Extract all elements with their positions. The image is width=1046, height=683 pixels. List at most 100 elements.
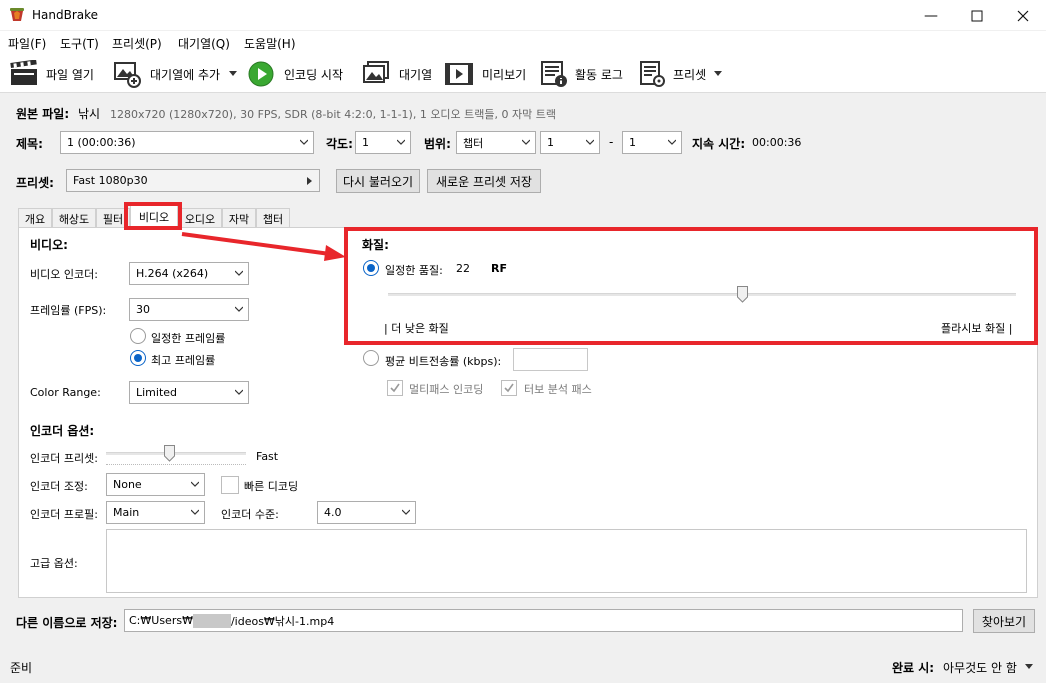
encoder-level-select[interactable]: 4.0 <box>317 501 416 524</box>
chevron-right-icon <box>307 177 312 185</box>
tab-summary[interactable]: 개요 <box>18 208 52 228</box>
title-select[interactable]: 1 (00:00:36) <box>60 131 314 154</box>
angle-select[interactable]: 1 <box>355 131 411 154</box>
title-bar <box>0 0 1046 31</box>
preset-select-value: Fast 1080p30 <box>73 174 148 187</box>
preview-label: 미리보기 <box>482 68 527 82</box>
chevron-down-icon <box>191 481 199 487</box>
when-done-value: 아무것도 안 함 <box>943 661 1017 675</box>
range-end-value: 1 <box>629 136 636 149</box>
video-encoder-value: H.264 (x264) <box>136 267 209 280</box>
maximize-icon <box>971 10 983 21</box>
duration-value: 00:00:36 <box>752 136 802 149</box>
advanced-options-textarea[interactable] <box>106 529 1027 593</box>
turbo-label: 터보 분석 패스 <box>524 383 592 396</box>
color-range-select[interactable]: Limited <box>129 381 249 404</box>
play-icon <box>248 61 274 87</box>
chevron-down-icon <box>1025 664 1033 669</box>
color-range-label: Color Range: <box>30 386 101 399</box>
title-label: 제목: <box>16 137 43 151</box>
close-icon <box>1017 10 1029 21</box>
chevron-down-icon <box>191 509 199 515</box>
fast-decode-label: 빠른 디코딩 <box>244 480 299 493</box>
minimize-button[interactable]: — <box>908 0 954 31</box>
angle-label: 각도: <box>326 137 353 151</box>
save-path-prefix: C:₩Users₩ <box>129 614 193 627</box>
save-as-label: 다른 이름으로 저장: <box>16 616 118 630</box>
peak-framerate-radio[interactable] <box>130 350 146 366</box>
turbo-checkbox[interactable] <box>501 380 517 396</box>
menu-file[interactable]: 파일(F) <box>8 35 46 52</box>
start-encode-label: 인코딩 시작 <box>284 68 344 82</box>
encoder-level-value: 4.0 <box>324 506 342 519</box>
menu-queue[interactable]: 대기열(Q) <box>178 35 230 52</box>
chevron-down-icon <box>522 139 530 145</box>
range-start-select[interactable]: 1 <box>540 131 600 154</box>
presets-label: 프리셋 <box>673 68 707 82</box>
fps-select[interactable]: 30 <box>129 298 249 321</box>
duration-label: 지속 시간: <box>692 137 746 151</box>
save-path-input[interactable]: C:₩Users₩ /ideos₩낚시-1.mp4 <box>124 609 963 632</box>
save-new-preset-button[interactable]: 새로운 프리셋 저장 <box>427 169 541 193</box>
fast-decode-checkbox[interactable] <box>221 476 239 494</box>
constant-framerate-radio[interactable] <box>130 328 146 344</box>
range-type-select[interactable]: 챕터 <box>456 131 536 154</box>
chevron-down-icon <box>668 139 676 145</box>
preset-label: 프리셋: <box>16 176 54 190</box>
save-path-suffix: /ideos₩낚시-1.mp4 <box>230 614 335 628</box>
chevron-down-icon <box>397 139 405 145</box>
encoder-preset-slider-thumb[interactable] <box>163 445 175 462</box>
source-label: 원본 파일: <box>16 107 70 121</box>
chevron-down-icon <box>235 389 243 395</box>
encoder-profile-value: Main <box>113 506 140 519</box>
average-bitrate-radio[interactable] <box>363 350 379 366</box>
range-type-value: 챕터 <box>463 136 484 150</box>
peak-framerate-label: 최고 프레임률 <box>151 354 216 367</box>
video-tab-highlight <box>124 202 182 230</box>
source-info: 1280x720 (1280x720), 30 FPS, SDR (8-bit … <box>110 108 556 121</box>
encoder-preset-value: Fast <box>256 450 279 463</box>
range-dash: - <box>609 135 614 149</box>
range-label: 범위: <box>424 137 451 151</box>
browse-button[interactable]: 찾아보기 <box>973 609 1035 633</box>
fps-label: 프레임률 (FPS): <box>30 304 107 317</box>
reload-preset-button[interactable]: 다시 불러오기 <box>336 169 420 193</box>
multipass-checkbox[interactable] <box>387 380 403 396</box>
film-clapper-icon <box>10 60 37 85</box>
encoder-tune-select[interactable]: None <box>106 473 205 496</box>
encoder-options-title: 인코더 옵션: <box>30 424 95 438</box>
maximize-button[interactable] <box>954 0 1000 31</box>
preset-select[interactable]: Fast 1080p30 <box>66 169 320 192</box>
add-to-queue-label: 대기열에 추가 <box>150 68 221 82</box>
menu-tools[interactable]: 도구(T) <box>60 35 99 52</box>
encoder-profile-select[interactable]: Main <box>106 501 205 524</box>
range-end-select[interactable]: 1 <box>622 131 682 154</box>
menu-help[interactable]: 도움말(H) <box>244 35 296 52</box>
color-range-value: Limited <box>136 386 178 399</box>
activity-log-icon <box>541 61 567 87</box>
encoder-tune-value: None <box>113 478 142 491</box>
video-section-title: 비디오: <box>30 238 68 252</box>
when-done-label: 완료 시: <box>892 661 935 675</box>
quality-highlight <box>344 227 1038 345</box>
queue-label: 대기열 <box>399 68 433 82</box>
average-bitrate-label: 평균 비트전송률 (kbps): <box>385 355 502 368</box>
multipass-label: 멀티패스 인코딩 <box>409 383 484 396</box>
chevron-down-icon <box>714 71 722 76</box>
encoder-profile-label: 인코더 프로필: <box>30 508 98 521</box>
encoder-preset-label: 인코더 프리셋: <box>30 452 98 465</box>
tab-dimensions[interactable]: 해상도 <box>52 208 96 228</box>
encoder-preset-slider-track[interactable] <box>106 452 246 455</box>
open-source-label: 파일 열기 <box>46 68 94 82</box>
chevron-down-icon <box>235 306 243 312</box>
status-bar <box>0 655 1046 683</box>
chevron-down-icon <box>402 509 410 515</box>
video-encoder-select[interactable]: H.264 (x264) <box>129 262 249 285</box>
average-bitrate-input[interactable] <box>513 348 588 371</box>
menu-presets[interactable]: 프리셋(P) <box>112 35 162 52</box>
advanced-options-label: 고급 옵션: <box>30 557 78 570</box>
close-button[interactable] <box>1000 0 1046 31</box>
annotation-arrow-icon <box>181 232 346 261</box>
chevron-down-icon <box>300 139 308 145</box>
chevron-down-icon <box>229 71 237 76</box>
